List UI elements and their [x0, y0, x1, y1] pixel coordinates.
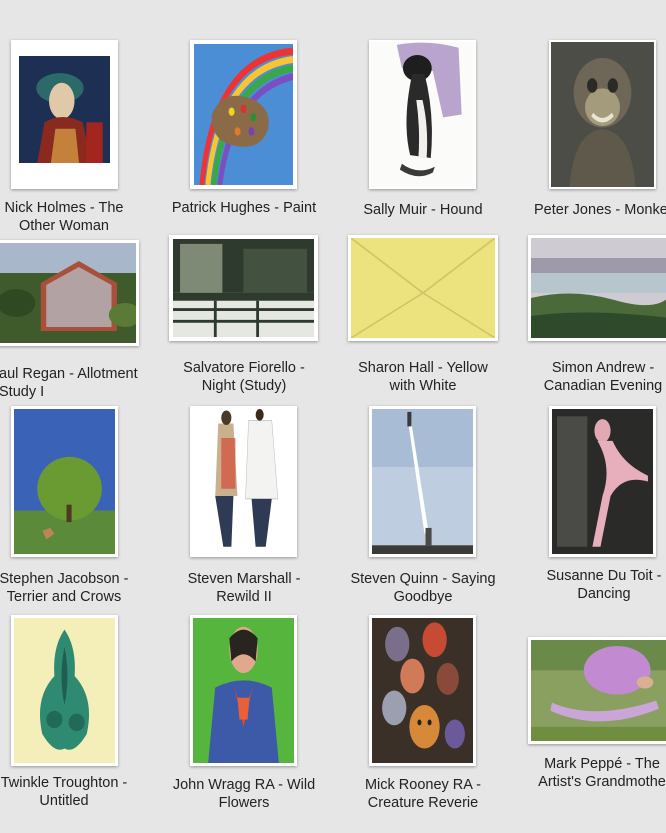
artwork-caption[interactable]: Steven Marshall - Rewild II: [163, 570, 325, 606]
artwork-caption[interactable]: aul Regan - Allotment Study I: [0, 365, 141, 401]
artwork-caption[interactable]: John Wragg RA - Wild Flowers: [163, 776, 325, 812]
artwork-caption[interactable]: Mick Rooney RA - Creature Reverie: [347, 776, 499, 812]
artwork-image[interactable]: [190, 406, 297, 557]
artwork-image[interactable]: [528, 637, 666, 744]
artwork-image[interactable]: [11, 40, 118, 189]
artwork-caption[interactable]: Mark Peppé - The Artist's Grandmothe: [528, 755, 666, 791]
artwork-caption[interactable]: Sally Muir - Hound: [352, 201, 494, 219]
artwork-image[interactable]: [11, 615, 118, 766]
artwork-image[interactable]: [11, 406, 118, 557]
artwork-caption[interactable]: Peter Jones - Monke: [534, 201, 666, 219]
artwork-caption[interactable]: Salvatore Fiorello - Night (Study): [164, 359, 324, 395]
artwork-caption[interactable]: Susanne Du Toit - Dancing: [534, 567, 666, 603]
artwork-image[interactable]: [190, 40, 297, 189]
artwork-image[interactable]: [369, 40, 476, 189]
artwork-image[interactable]: [369, 406, 476, 557]
artwork-caption[interactable]: Simon Andrew - Canadian Evening: [528, 359, 666, 395]
artwork-image[interactable]: [549, 40, 656, 189]
artwork-image[interactable]: [190, 615, 297, 766]
artwork-caption[interactable]: Steven Quinn - Saying Goodbye: [347, 570, 499, 606]
artwork-image[interactable]: [0, 240, 139, 346]
artwork-image[interactable]: [169, 235, 318, 341]
artwork-caption[interactable]: Nick Holmes - The Other Woman: [0, 199, 128, 235]
artwork-caption[interactable]: Twinkle Troughton - Untitled: [0, 774, 132, 810]
artwork-image[interactable]: [348, 235, 498, 341]
artwork-caption[interactable]: Patrick Hughes - Paint: [163, 199, 325, 217]
artwork-caption[interactable]: Stephen Jacobson - Terrier and Crows: [0, 570, 130, 606]
artwork-image[interactable]: [369, 615, 476, 766]
artwork-image[interactable]: [549, 406, 656, 557]
artwork-image[interactable]: [528, 235, 666, 341]
artwork-caption[interactable]: Sharon Hall - Yellow with White: [343, 359, 503, 395]
